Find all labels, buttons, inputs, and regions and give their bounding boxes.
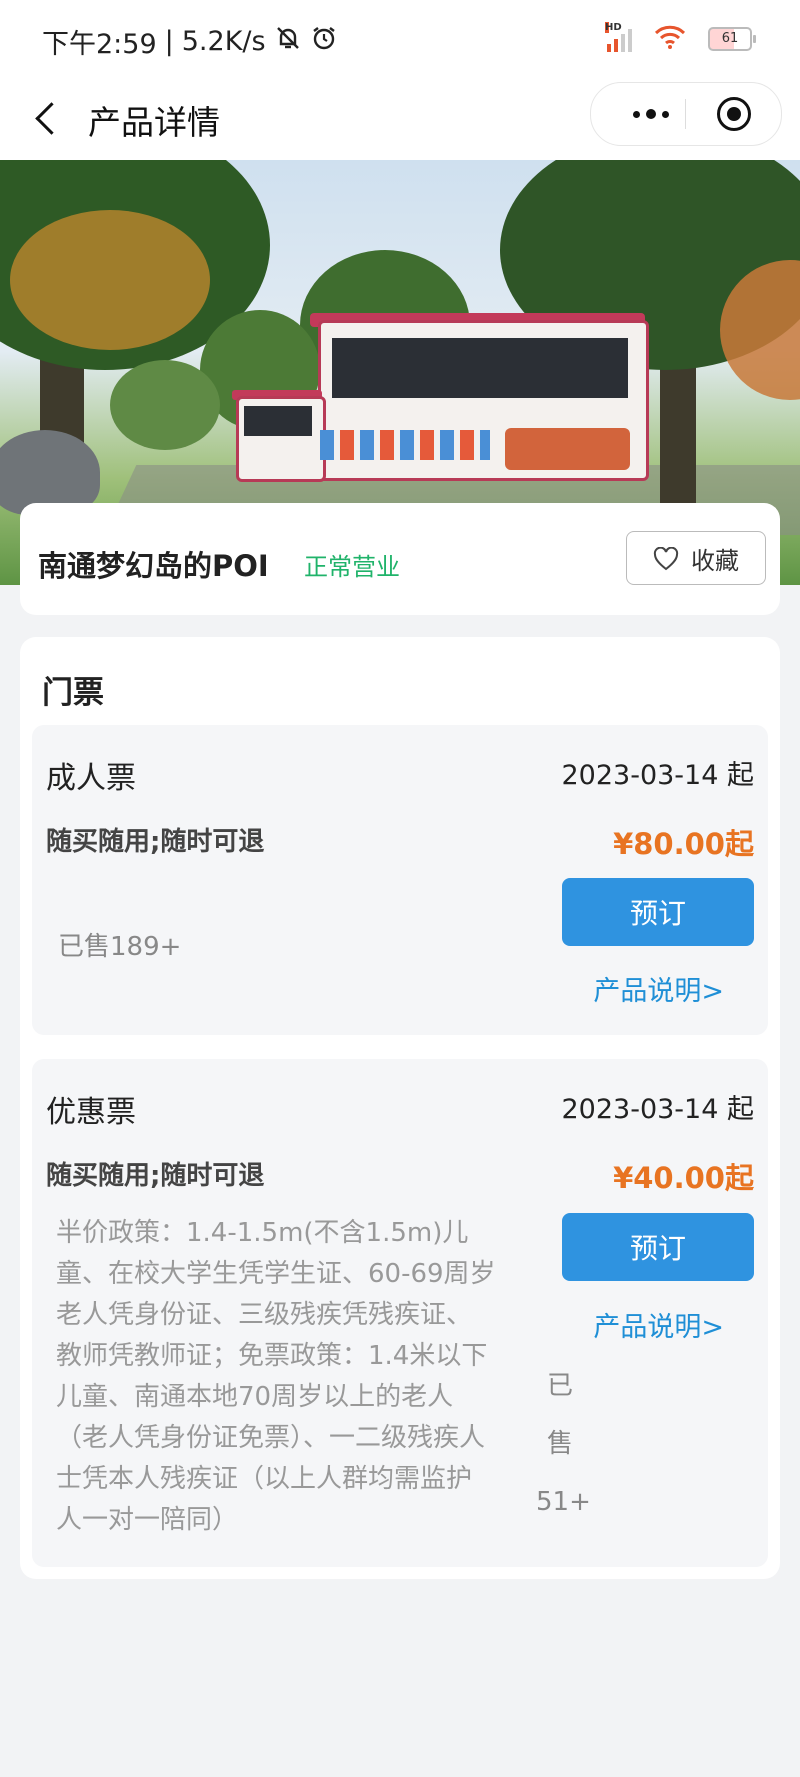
mini-program-capsule (590, 82, 782, 146)
wifi-icon (654, 24, 686, 54)
poi-name: 南通梦幻岛的POI (38, 549, 269, 583)
status-left: 下午2:59 | 5.2K/s (42, 22, 338, 61)
ticket-date: 2023-03-14 起 (561, 1094, 755, 1125)
signal-icon: HD (605, 22, 632, 52)
status-separator: | (164, 26, 174, 57)
page-title: 产品详情 (88, 103, 220, 142)
ticket-description: 半价政策：1.4-1.5m(不含1.5m)儿童、在校大学生凭学生证、60-69周… (56, 1218, 496, 1535)
ticket-sold: 已售51+ (536, 1371, 591, 1517)
tickets-section-title: 门票 (42, 675, 104, 711)
back-arrow-icon[interactable] (30, 96, 70, 140)
heart-icon (653, 547, 679, 571)
close-target-icon[interactable] (717, 97, 751, 131)
ticket-price: ¥80.00起 (613, 827, 754, 861)
alarm-clock-icon (310, 24, 338, 59)
ticket-name: 成人票 (46, 761, 136, 796)
favorite-label: 收藏 (691, 546, 739, 575)
book-button[interactable]: 预订 (562, 878, 754, 946)
poi-card: 南通梦幻岛的POI 正常营业 收藏 (20, 503, 780, 615)
ticket-date: 2023-03-14 起 (561, 760, 755, 791)
book-button[interactable]: 预订 (562, 1213, 754, 1281)
tickets-card: 门票 成人票 2023-03-14 起 随买随用;随时可退 ¥80.00起 预订… (20, 637, 780, 1579)
poi-status: 正常营业 (304, 553, 400, 581)
ticket-price: ¥40.00起 (613, 1161, 754, 1195)
ticket-item-adult: 成人票 2023-03-14 起 随买随用;随时可退 ¥80.00起 预订 已售… (32, 725, 768, 1035)
more-dots-icon[interactable] (621, 83, 681, 145)
status-time: 下午2:59 (42, 29, 157, 60)
nav-bar: 产品详情 (0, 80, 800, 160)
status-bar: 下午2:59 | 5.2K/s HD 61 (0, 0, 800, 80)
ticket-feature: 随买随用;随时可退 (46, 827, 265, 857)
favorite-button[interactable]: 收藏 (626, 531, 766, 585)
mute-bell-icon (274, 24, 302, 59)
ticket-name: 优惠票 (46, 1095, 136, 1130)
ticket-sold: 已售189+ (58, 932, 182, 962)
status-net-speed: 5.2K/s (181, 26, 266, 57)
battery-level: 61 (721, 31, 739, 46)
capsule-divider (685, 99, 686, 129)
ticket-item-discount: 优惠票 2023-03-14 起 随买随用;随时可退 ¥40.00起 半价政策：… (32, 1059, 768, 1567)
battery-icon: 61 (708, 27, 756, 51)
product-info-link[interactable]: 产品说明> (593, 969, 724, 1008)
product-info-link[interactable]: 产品说明> (593, 1305, 724, 1344)
ticket-feature: 随买随用;随时可退 (46, 1161, 265, 1191)
status-right: HD 61 (605, 22, 756, 54)
network-type-label: HD (605, 22, 622, 33)
